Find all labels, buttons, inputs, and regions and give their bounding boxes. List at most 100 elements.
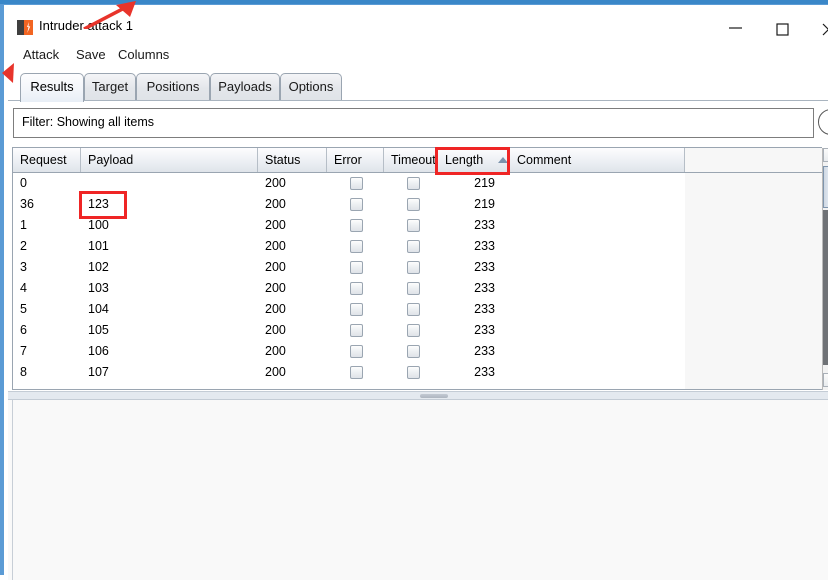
cell-status: 200 bbox=[265, 218, 286, 232]
checkbox-error[interactable] bbox=[350, 324, 363, 337]
maximize-button[interactable] bbox=[761, 13, 805, 42]
minimize-button[interactable] bbox=[714, 13, 758, 42]
split-pane-divider[interactable] bbox=[8, 391, 828, 400]
lower-pane-border bbox=[12, 400, 13, 580]
title-bar: Intruder attack 1 bbox=[8, 9, 828, 42]
scrollbar-track[interactable] bbox=[823, 210, 828, 365]
column-header-payload[interactable]: Payload bbox=[81, 148, 258, 172]
request-response-pane bbox=[8, 400, 828, 580]
cell-status: 200 bbox=[265, 302, 286, 316]
cell-length: 233 bbox=[474, 365, 495, 379]
cell-comment[interactable] bbox=[510, 194, 685, 215]
cell-length: 233 bbox=[474, 239, 495, 253]
results-table: Request Payload Status Error Timeout Len… bbox=[12, 147, 822, 390]
cell-length: 219 bbox=[474, 197, 495, 211]
checkbox-timeout[interactable] bbox=[407, 198, 420, 211]
close-button[interactable] bbox=[807, 13, 828, 42]
table-row[interactable]: 0 200 219 bbox=[13, 173, 685, 194]
cell-comment[interactable] bbox=[510, 362, 685, 383]
checkbox-timeout[interactable] bbox=[407, 177, 420, 190]
cell-status: 200 bbox=[265, 281, 286, 295]
scroll-down-button[interactable] bbox=[823, 373, 828, 387]
checkbox-timeout[interactable] bbox=[407, 366, 420, 379]
menu-item-columns[interactable]: Columns bbox=[115, 45, 172, 64]
cell-comment[interactable] bbox=[510, 278, 685, 299]
cell-payload: 123 bbox=[88, 197, 109, 211]
cell-length: 233 bbox=[474, 302, 495, 316]
checkbox-error[interactable] bbox=[350, 240, 363, 253]
cell-comment[interactable] bbox=[510, 320, 685, 341]
cell-status: 200 bbox=[265, 323, 286, 337]
cell-request: 0 bbox=[20, 176, 27, 190]
cell-status: 200 bbox=[265, 197, 286, 211]
cell-status: 200 bbox=[265, 260, 286, 274]
cell-request: 1 bbox=[20, 218, 27, 232]
checkbox-timeout[interactable] bbox=[407, 240, 420, 253]
table-row[interactable]: 2 101 200 233 bbox=[13, 236, 685, 257]
cell-comment[interactable] bbox=[510, 341, 685, 362]
cell-comment[interactable] bbox=[510, 173, 685, 194]
checkbox-timeout[interactable] bbox=[407, 219, 420, 232]
table-row[interactable]: 4 103 200 233 bbox=[13, 278, 685, 299]
cell-comment[interactable] bbox=[510, 299, 685, 320]
checkbox-error[interactable] bbox=[350, 345, 363, 358]
clock-help-icon[interactable] bbox=[818, 109, 828, 137]
cell-comment[interactable] bbox=[510, 215, 685, 236]
checkbox-error[interactable] bbox=[350, 198, 363, 211]
checkbox-error[interactable] bbox=[350, 282, 363, 295]
cell-comment[interactable] bbox=[510, 257, 685, 278]
tab-results[interactable]: Results bbox=[20, 73, 84, 102]
checkbox-timeout[interactable] bbox=[407, 261, 420, 274]
menu-bar: Attack Save Columns bbox=[8, 42, 828, 68]
column-header-status[interactable]: Status bbox=[258, 148, 327, 172]
table-row[interactable]: 3 102 200 233 bbox=[13, 257, 685, 278]
filter-bar[interactable]: Filter: Showing all items bbox=[13, 108, 814, 138]
results-vertical-scrollbar[interactable] bbox=[822, 148, 828, 390]
table-row[interactable]: 36 123 200 219 bbox=[13, 194, 685, 215]
column-header-request[interactable]: Request bbox=[13, 148, 81, 172]
cell-length: 233 bbox=[474, 323, 495, 337]
checkbox-error[interactable] bbox=[350, 366, 363, 379]
cell-status: 200 bbox=[265, 344, 286, 358]
table-row[interactable]: 6 105 200 233 bbox=[13, 320, 685, 341]
menu-item-save[interactable]: Save bbox=[73, 45, 109, 64]
column-header-timeout[interactable]: Timeout bbox=[384, 148, 438, 172]
checkbox-timeout[interactable] bbox=[407, 324, 420, 337]
split-pane-grip[interactable] bbox=[420, 394, 448, 398]
tab-payloads[interactable]: Payloads bbox=[210, 73, 280, 101]
cell-payload: 101 bbox=[88, 239, 109, 253]
sort-ascending-icon bbox=[498, 157, 508, 163]
checkbox-error[interactable] bbox=[350, 177, 363, 190]
tab-strip: Results Target Positions Payloads Option… bbox=[8, 68, 828, 102]
intruder-attack-window: Intruder attack 1 Attack Save Columns Re… bbox=[2, 1, 828, 580]
cell-request: 6 bbox=[20, 323, 27, 337]
checkbox-timeout[interactable] bbox=[407, 282, 420, 295]
cell-payload: 107 bbox=[88, 365, 109, 379]
scrollbar-thumb[interactable] bbox=[823, 166, 828, 208]
tab-positions[interactable]: Positions bbox=[136, 73, 210, 101]
column-header-error[interactable]: Error bbox=[327, 148, 384, 172]
table-empty-area bbox=[685, 173, 822, 389]
checkbox-error[interactable] bbox=[350, 261, 363, 274]
table-row[interactable]: 8 107 200 233 bbox=[13, 362, 685, 383]
cell-request: 3 bbox=[20, 260, 27, 274]
column-header-length[interactable]: Length bbox=[438, 148, 510, 172]
tab-target[interactable]: Target bbox=[84, 73, 136, 101]
tab-options[interactable]: Options bbox=[280, 73, 342, 101]
checkbox-error[interactable] bbox=[350, 303, 363, 316]
checkbox-timeout[interactable] bbox=[407, 345, 420, 358]
scroll-up-button[interactable] bbox=[823, 148, 828, 162]
cell-payload: 104 bbox=[88, 302, 109, 316]
table-row[interactable]: 7 106 200 233 bbox=[13, 341, 685, 362]
maximize-icon bbox=[776, 23, 789, 36]
checkbox-timeout[interactable] bbox=[407, 303, 420, 316]
cell-status: 200 bbox=[265, 176, 286, 190]
table-row[interactable]: 5 104 200 233 bbox=[13, 299, 685, 320]
column-header-comment[interactable]: Comment bbox=[510, 148, 685, 172]
cell-request: 7 bbox=[20, 344, 27, 358]
cell-length: 219 bbox=[474, 176, 495, 190]
checkbox-error[interactable] bbox=[350, 219, 363, 232]
menu-item-attack[interactable]: Attack bbox=[20, 45, 62, 64]
table-row[interactable]: 1 100 200 233 bbox=[13, 215, 685, 236]
cell-comment[interactable] bbox=[510, 236, 685, 257]
